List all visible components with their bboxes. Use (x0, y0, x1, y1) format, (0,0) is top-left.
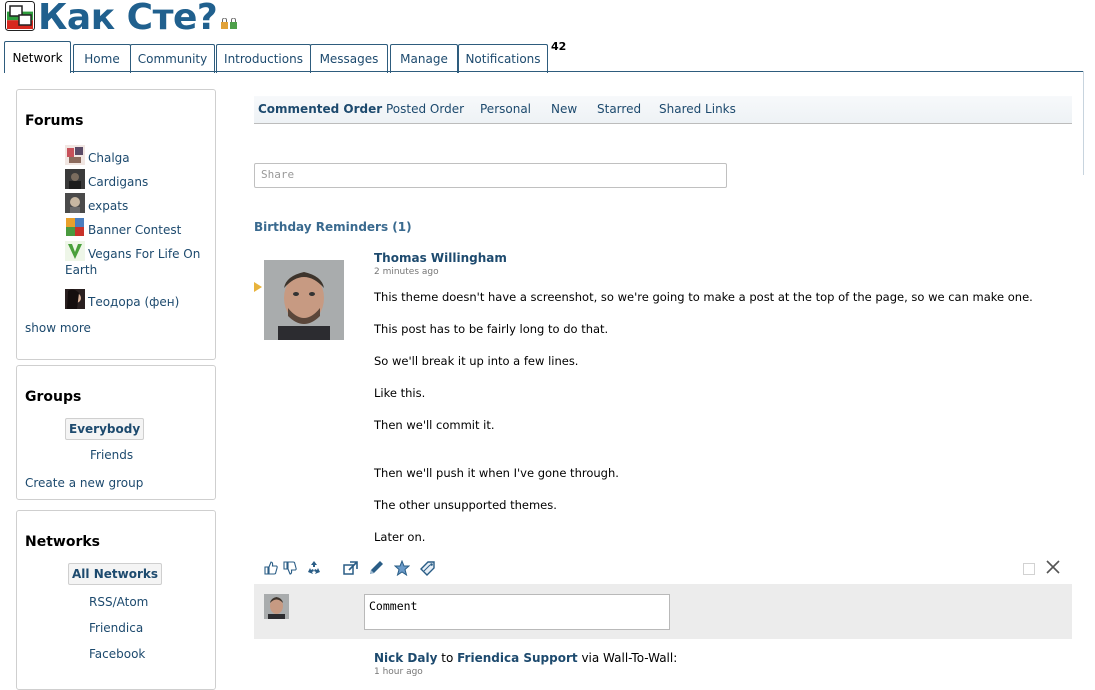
post2-author-link[interactable]: Nick Daly (374, 651, 437, 665)
groups-widget: Groups Everybody Friends Create a new gr… (16, 365, 216, 500)
groups-title: Groups (25, 389, 82, 405)
notifications-count-badge: 42 (551, 40, 567, 53)
forum-link[interactable]: Cardigans (88, 175, 148, 189)
tab-label: Manage (400, 52, 448, 66)
create-group-link[interactable]: Create a new group (25, 476, 143, 490)
forum-link[interactable]: Теодора (фен) (88, 295, 179, 309)
tab-messages[interactable]: Messages (310, 44, 388, 73)
forum-link[interactable]: Banner Contest (88, 223, 181, 237)
forums-show-more-link[interactable]: show more (25, 321, 91, 335)
group-friends-link[interactable]: Friends (90, 448, 133, 462)
tab-label: Notifications (465, 52, 541, 66)
tab-label: Community (137, 52, 208, 66)
tab-introductions[interactable]: Introductions (216, 44, 311, 73)
post-body-line: Then we'll commit it. (374, 418, 495, 432)
share-input[interactable]: Share (254, 163, 727, 188)
post-body-line: Then we'll push it when I've gone throug… (374, 466, 619, 480)
forum-item-cardigans[interactable]: Cardigans (65, 169, 205, 190)
post2-via-text: via Wall-To-Wall: (581, 651, 678, 665)
network-rss-link[interactable]: RSS/Atom (89, 595, 148, 609)
post-body-line: Later on. (374, 530, 426, 544)
post-body-line: So we'll break it up into a few lines. (374, 354, 579, 368)
subtab-shared-links[interactable]: Shared Links (659, 102, 736, 116)
delete-post-icon[interactable] (1044, 558, 1062, 576)
tab-manage[interactable]: Manage (390, 44, 458, 73)
forums-widget: Forums Chalga Cardigans expats Banner Co… (16, 89, 216, 360)
forum-item-vegans[interactable]: Vegans For Life On Earth (65, 241, 205, 278)
external-link-icon (342, 560, 358, 575)
network-facebook-link[interactable]: Facebook (89, 647, 145, 661)
forum-link[interactable]: Vegans For Life On Earth (65, 247, 200, 277)
like-button[interactable] (262, 559, 280, 577)
tab-divider (4, 71, 1084, 72)
link-out-button[interactable] (341, 559, 359, 577)
edit-button[interactable] (367, 559, 385, 577)
pencil-icon (370, 561, 383, 574)
post-body-line: Like this. (374, 386, 426, 400)
select-post-checkbox[interactable] (1023, 563, 1035, 575)
tab-notifications[interactable]: Notifications (458, 44, 548, 73)
all-networks-button[interactable]: All Networks (68, 563, 162, 585)
tab-label: Introductions (224, 52, 303, 66)
post-body-line: The other unsupported themes. (374, 498, 557, 512)
post-timestamp: 2 minutes ago (374, 267, 439, 277)
forum-avatar-icon (65, 289, 85, 309)
dislike-button[interactable] (281, 559, 299, 577)
tag-button[interactable] (419, 559, 437, 577)
forum-item-chalga[interactable]: Chalga (65, 145, 205, 166)
forum-avatar-icon (65, 169, 85, 189)
forum-avatar-icon (65, 217, 85, 237)
thumbs-up-icon (264, 561, 278, 575)
content-border (1083, 71, 1084, 175)
tab-network[interactable]: Network (4, 41, 71, 73)
post-body-line: This post has to be fairly long to do th… (374, 322, 609, 336)
comment-input[interactable]: Comment (364, 594, 670, 630)
network-friendica-link[interactable]: Friendica (89, 621, 143, 635)
forum-item-teodora[interactable]: Теодора (фен) (65, 289, 205, 310)
thumbs-down-icon (283, 561, 297, 575)
star-button[interactable] (393, 559, 411, 577)
tab-community[interactable]: Community (130, 44, 215, 73)
network-subtabs: Commented Order Posted Order Personal Ne… (254, 96, 1072, 124)
comment-user-avatar (264, 594, 289, 619)
birthday-reminders-link[interactable]: Birthday Reminders (1) (254, 220, 412, 234)
tab-label: Network (12, 50, 63, 65)
post2-target-link[interactable]: Friendica Support (457, 651, 578, 665)
lock-icon (221, 18, 238, 29)
subtab-personal[interactable]: Personal (480, 102, 531, 116)
networks-title: Networks (25, 534, 101, 550)
logo-icon (5, 1, 35, 31)
star-icon (394, 560, 410, 576)
forum-avatar-icon (65, 241, 85, 261)
share-button[interactable] (305, 559, 323, 577)
subtab-starred[interactable]: Starred (597, 102, 641, 116)
recycle-icon (308, 561, 320, 574)
forum-avatar-icon (65, 193, 85, 213)
networks-widget: Networks All Networks RSS/Atom Friendica… (16, 510, 216, 690)
forum-link[interactable]: expats (88, 199, 128, 213)
tab-home[interactable]: Home (73, 44, 131, 73)
forum-item-banner-contest[interactable]: Banner Contest (65, 217, 205, 238)
tab-label: Messages (319, 52, 379, 66)
site-name: Как Сте? (38, 0, 218, 38)
tab-label: Home (84, 52, 120, 66)
forum-avatar-icon (65, 145, 85, 165)
post-tools (262, 559, 1072, 579)
group-everybody-button[interactable]: Everybody (65, 418, 145, 440)
post-body-line: This theme doesn't have a screenshot, so… (374, 290, 1033, 304)
post-author-link[interactable]: Thomas Willingham (374, 251, 507, 265)
post-author-avatar[interactable] (264, 260, 344, 340)
forums-title: Forums (25, 113, 84, 129)
post-indicator-arrow-icon (254, 282, 262, 292)
site-logo[interactable]: Как Сте? (5, 0, 238, 38)
forum-item-expats[interactable]: expats (65, 193, 205, 214)
subtab-new[interactable]: New (551, 102, 577, 116)
tag-icon (419, 560, 435, 576)
post2-to-text: to (441, 651, 454, 665)
subtab-commented-order[interactable]: Commented Order (258, 102, 382, 116)
subtab-posted-order[interactable]: Posted Order (386, 102, 464, 116)
comment-area: Comment (254, 584, 1072, 639)
post2-header: Nick Daly to Friendica Support via Wall-… (374, 651, 677, 665)
forum-link[interactable]: Chalga (88, 151, 130, 165)
